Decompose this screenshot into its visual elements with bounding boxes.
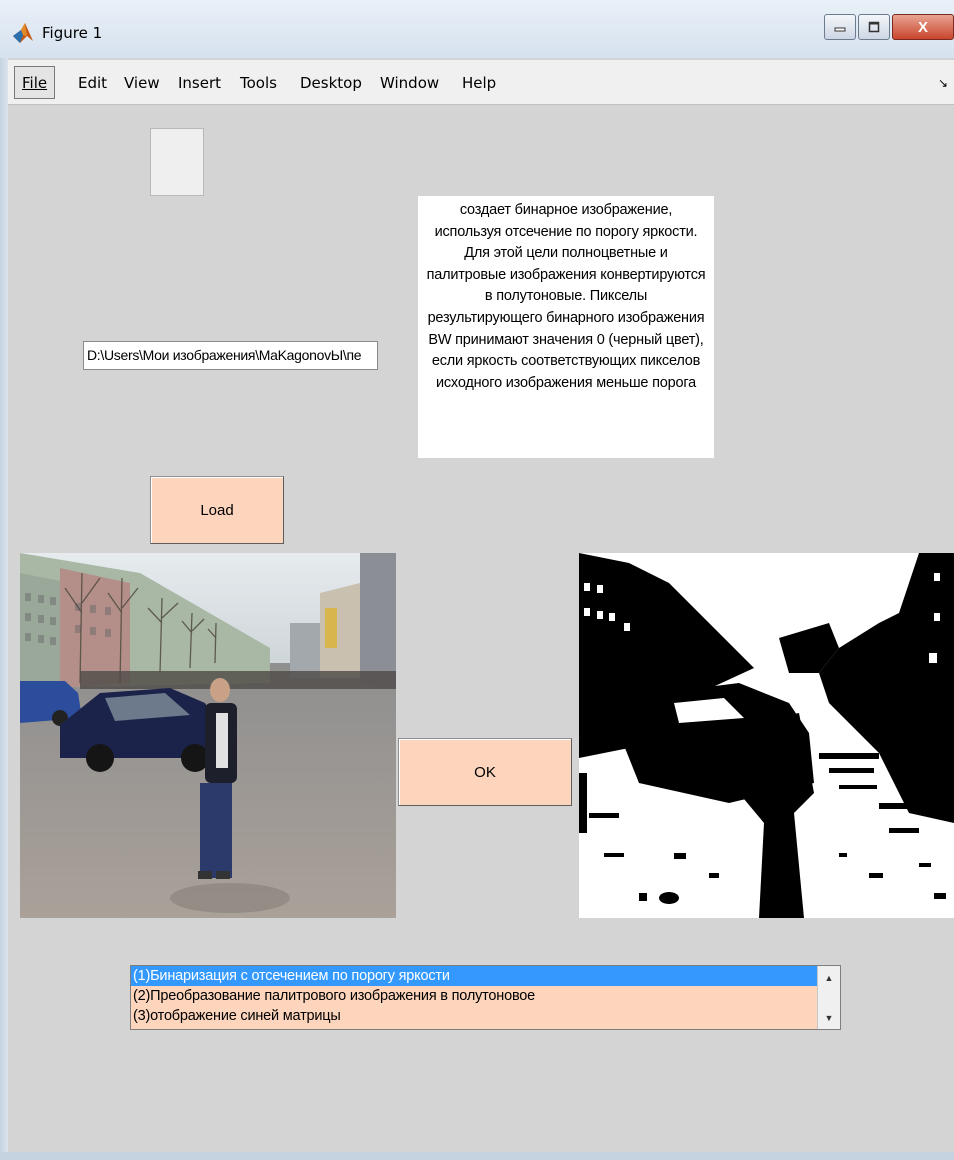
close-icon: X <box>917 18 928 36</box>
list-item-binarization[interactable]: (1)Бинаризация с отсечением по порогу яр… <box>131 966 819 986</box>
list-item-palette-to-grayscale[interactable]: (2)Преобразование палитрового изображени… <box>131 986 819 1006</box>
menu-file-label: File <box>22 74 48 92</box>
title-bar[interactable]: Figure 1 X <box>0 0 954 58</box>
menu-insert[interactable]: Insert <box>178 74 221 92</box>
menu-desktop[interactable]: Desktop <box>300 74 362 92</box>
listbox-scrollbar[interactable]: ▲ ▼ <box>817 966 840 1029</box>
original-image <box>20 553 396 918</box>
window-border <box>0 58 8 1160</box>
binary-image <box>579 553 954 918</box>
description-text: создает бинарное изображение, используя … <box>426 202 706 391</box>
list-item-blue-matrix[interactable]: (3)отображение синей матрицы <box>131 1006 819 1026</box>
maximize-button[interactable] <box>858 14 890 40</box>
scroll-down-arrow-icon[interactable]: ▼ <box>818 1008 840 1028</box>
menu-tools[interactable]: Tools <box>240 74 277 92</box>
menu-file[interactable]: File <box>14 66 56 99</box>
listbox-items: (1)Бинаризация с отсечением по порогу яр… <box>131 966 819 1026</box>
ok-button[interactable]: OK <box>398 738 572 806</box>
figure-window: Figure 1 X File Edit View Insert Tools D… <box>0 0 954 1160</box>
menu-edit[interactable]: Edit <box>78 74 107 92</box>
description-text-box: создает бинарное изображение, используя … <box>418 196 714 458</box>
minimize-button[interactable] <box>824 14 856 40</box>
dock-arrow-icon[interactable]: ↘ <box>938 76 948 90</box>
menu-view[interactable]: View <box>124 74 160 92</box>
minimize-icon <box>834 27 846 32</box>
empty-axes-placeholder <box>150 128 204 196</box>
menu-help[interactable]: Help <box>462 74 496 92</box>
window-title: Figure 1 <box>42 24 103 42</box>
maximize-icon <box>868 21 880 33</box>
load-button[interactable]: Load <box>150 476 284 544</box>
operation-listbox[interactable]: (1)Бинаризация с отсечением по порогу яр… <box>130 965 841 1030</box>
file-path-field[interactable]: D:\Users\Мои изображения\MaKagonovЫ\пе <box>83 341 378 370</box>
scroll-up-arrow-icon[interactable]: ▲ <box>818 968 840 988</box>
menu-window[interactable]: Window <box>380 74 439 92</box>
window-bottom-border <box>0 1152 954 1160</box>
close-button[interactable]: X <box>892 14 954 40</box>
matlab-logo-icon <box>13 23 33 43</box>
menu-bar: File Edit View Insert Tools Desktop Wind… <box>8 60 954 105</box>
